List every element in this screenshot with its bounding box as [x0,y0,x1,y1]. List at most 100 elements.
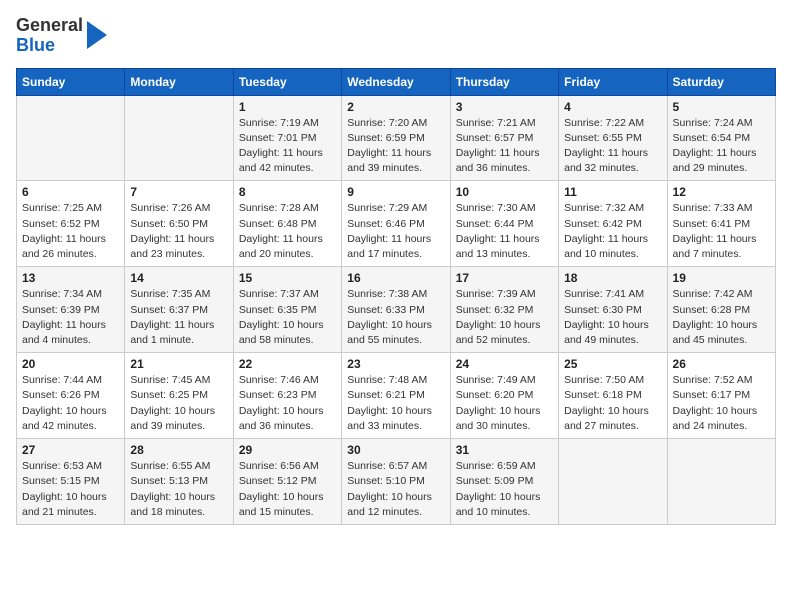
calendar-cell: 1Sunrise: 7:19 AM Sunset: 7:01 PM Daylig… [233,95,341,181]
calendar-cell: 10 Sunrise: 7:30 AM Sunset: 6:44 PM Dayli… [450,181,558,267]
day-number: 23 [347,357,444,371]
day-info: Sunrise: 7:30 AM Sunset: 6:44 PM Dayligh… [456,201,553,262]
day-info: Sunrise: 7:21 AM Sunset: 6:57 PM Dayligh… [456,116,553,177]
week-row-1: 1Sunrise: 7:19 AM Sunset: 7:01 PM Daylig… [17,95,776,181]
day-info: Sunrise: 7:50 AM Sunset: 6:18 PM Dayligh… [564,373,661,434]
day-info: Sunrise: 7:46 AM Sunset: 6:23 PM Dayligh… [239,373,336,434]
day-number: 1 [239,100,336,114]
day-number: 9 [347,185,444,199]
day-info: Sunrise: 7:24 AM Sunset: 6:54 PM Dayligh… [673,116,770,177]
calendar-cell: 29Sunrise: 6:56 AM Sunset: 5:12 PM Dayli… [233,439,341,525]
calendar-cell: 4 Sunrise: 7:22 AM Sunset: 6:55 PM Daylig… [559,95,667,181]
day-info: Sunrise: 7:35 AM Sunset: 6:37 PM Dayligh… [130,287,227,348]
day-number: 27 [22,443,119,457]
calendar-cell: 15Sunrise: 7:37 AM Sunset: 6:35 PM Dayli… [233,267,341,353]
day-info: Sunrise: 7:44 AM Sunset: 6:26 PM Dayligh… [22,373,119,434]
day-number: 25 [564,357,661,371]
header-sunday: Sunday [17,68,125,95]
calendar-cell: 6Sunrise: 7:25 AM Sunset: 6:52 PM Daylig… [17,181,125,267]
calendar-cell: 23Sunrise: 7:48 AM Sunset: 6:21 PM Dayli… [342,353,450,439]
day-number: 16 [347,271,444,285]
week-row-2: 6Sunrise: 7:25 AM Sunset: 6:52 PM Daylig… [17,181,776,267]
header-thursday: Thursday [450,68,558,95]
page-header: General Blue [16,16,776,56]
day-number: 31 [456,443,553,457]
day-info: Sunrise: 6:53 AM Sunset: 5:15 PM Dayligh… [22,459,119,520]
calendar-cell: 7 Sunrise: 7:26 AM Sunset: 6:50 PM Daylig… [125,181,233,267]
day-info: Sunrise: 6:57 AM Sunset: 5:10 PM Dayligh… [347,459,444,520]
day-number: 6 [22,185,119,199]
day-info: Sunrise: 7:29 AM Sunset: 6:46 PM Dayligh… [347,201,444,262]
header-tuesday: Tuesday [233,68,341,95]
day-info: Sunrise: 7:26 AM Sunset: 6:50 PM Dayligh… [130,201,227,262]
week-row-3: 13 Sunrise: 7:34 AM Sunset: 6:39 PM Dayli… [17,267,776,353]
header-friday: Friday [559,68,667,95]
logo-blue: Blue [16,35,55,55]
day-number: 24 [456,357,553,371]
day-number: 15 [239,271,336,285]
calendar-cell: 11Sunrise: 7:32 AM Sunset: 6:42 PM Dayli… [559,181,667,267]
calendar-cell [125,95,233,181]
calendar-cell: 13 Sunrise: 7:34 AM Sunset: 6:39 PM Dayli… [17,267,125,353]
calendar-cell: 5 Sunrise: 7:24 AM Sunset: 6:54 PM Daylig… [667,95,775,181]
day-number: 8 [239,185,336,199]
header-saturday: Saturday [667,68,775,95]
day-number: 26 [673,357,770,371]
calendar-cell: 28Sunrise: 6:55 AM Sunset: 5:13 PM Dayli… [125,439,233,525]
logo-arrow-icon [87,21,107,49]
day-number: 7 [130,185,227,199]
calendar-cell: 2Sunrise: 7:20 AM Sunset: 6:59 PM Daylig… [342,95,450,181]
day-info: Sunrise: 7:41 AM Sunset: 6:30 PM Dayligh… [564,287,661,348]
day-number: 5 [673,100,770,114]
calendar-cell: 16 Sunrise: 7:38 AM Sunset: 6:33 PM Dayli… [342,267,450,353]
day-info: Sunrise: 7:34 AM Sunset: 6:39 PM Dayligh… [22,287,119,348]
header-monday: Monday [125,68,233,95]
calendar-cell: 18 Sunrise: 7:41 AM Sunset: 6:30 PM Dayli… [559,267,667,353]
calendar-cell: 30Sunrise: 6:57 AM Sunset: 5:10 PM Dayli… [342,439,450,525]
day-info: Sunrise: 7:32 AM Sunset: 6:42 PM Dayligh… [564,201,661,262]
day-info: Sunrise: 7:20 AM Sunset: 6:59 PM Dayligh… [347,116,444,177]
day-info: Sunrise: 7:49 AM Sunset: 6:20 PM Dayligh… [456,373,553,434]
calendar-cell: 25 Sunrise: 7:50 AM Sunset: 6:18 PM Dayli… [559,353,667,439]
calendar-cell: 17Sunrise: 7:39 AM Sunset: 6:32 PM Dayli… [450,267,558,353]
day-info: Sunrise: 6:55 AM Sunset: 5:13 PM Dayligh… [130,459,227,520]
day-info: Sunrise: 7:38 AM Sunset: 6:33 PM Dayligh… [347,287,444,348]
calendar-table: SundayMondayTuesdayWednesdayThursdayFrid… [16,68,776,525]
day-info: Sunrise: 7:42 AM Sunset: 6:28 PM Dayligh… [673,287,770,348]
day-number: 29 [239,443,336,457]
calendar-cell: 26Sunrise: 7:52 AM Sunset: 6:17 PM Dayli… [667,353,775,439]
calendar-cell: 21 Sunrise: 7:45 AM Sunset: 6:25 PM Dayli… [125,353,233,439]
day-info: Sunrise: 7:33 AM Sunset: 6:41 PM Dayligh… [673,201,770,262]
day-number: 14 [130,271,227,285]
day-number: 12 [673,185,770,199]
day-number: 18 [564,271,661,285]
day-number: 4 [564,100,661,114]
calendar-cell [17,95,125,181]
day-number: 22 [239,357,336,371]
calendar-cell: 14 Sunrise: 7:35 AM Sunset: 6:37 PM Dayli… [125,267,233,353]
day-info: Sunrise: 7:45 AM Sunset: 6:25 PM Dayligh… [130,373,227,434]
calendar-cell: 31Sunrise: 6:59 AM Sunset: 5:09 PM Dayli… [450,439,558,525]
week-row-4: 20 Sunrise: 7:44 AM Sunset: 6:26 PM Dayli… [17,353,776,439]
calendar-cell: 19 Sunrise: 7:42 AM Sunset: 6:28 PM Dayli… [667,267,775,353]
day-number: 21 [130,357,227,371]
day-info: Sunrise: 7:28 AM Sunset: 6:48 PM Dayligh… [239,201,336,262]
logo-text: General Blue [16,16,83,56]
day-number: 13 [22,271,119,285]
calendar-cell [667,439,775,525]
header-wednesday: Wednesday [342,68,450,95]
calendar-cell [559,439,667,525]
day-info: Sunrise: 7:22 AM Sunset: 6:55 PM Dayligh… [564,116,661,177]
calendar-cell: 9 Sunrise: 7:29 AM Sunset: 6:46 PM Daylig… [342,181,450,267]
day-number: 17 [456,271,553,285]
day-number: 3 [456,100,553,114]
calendar-cell: 22 Sunrise: 7:46 AM Sunset: 6:23 PM Dayli… [233,353,341,439]
day-number: 10 [456,185,553,199]
calendar-cell: 3 Sunrise: 7:21 AM Sunset: 6:57 PM Daylig… [450,95,558,181]
day-number: 19 [673,271,770,285]
logo: General Blue [16,16,107,56]
calendar-cell: 27 Sunrise: 6:53 AM Sunset: 5:15 PM Dayli… [17,439,125,525]
calendar-cell: 12 Sunrise: 7:33 AM Sunset: 6:41 PM Dayli… [667,181,775,267]
calendar-cell: 20 Sunrise: 7:44 AM Sunset: 6:26 PM Dayli… [17,353,125,439]
day-number: 20 [22,357,119,371]
